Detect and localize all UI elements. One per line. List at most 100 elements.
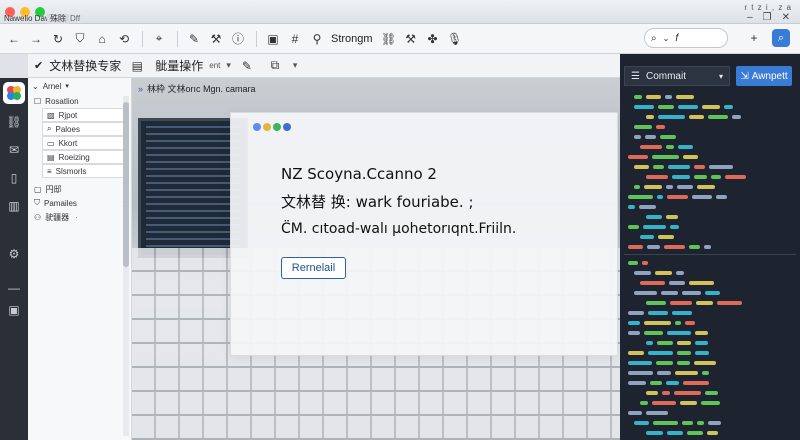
cursor-icon[interactable]: ⌖	[149, 29, 169, 49]
chevron-down-icon[interactable]: ▾	[293, 60, 298, 71]
code-line	[624, 388, 796, 397]
code-line	[624, 328, 796, 337]
code-token	[646, 410, 668, 415]
toolbar-label[interactable]: Strongm	[331, 33, 373, 45]
sidebar-item[interactable]: ▤ Roeizing	[42, 150, 127, 164]
code-line	[624, 192, 796, 201]
close-icon[interactable]: ✕	[782, 12, 790, 23]
frame-icon[interactable]: ▣	[263, 29, 283, 49]
sidebar-item[interactable]: ▢ 円邸	[28, 182, 131, 196]
sidebar-scrollbar[interactable]	[123, 96, 129, 436]
book-icon[interactable]: ▥	[4, 196, 24, 216]
link-icon[interactable]: ⛓	[379, 29, 399, 49]
microphone-icon[interactable]: 🎙	[445, 29, 465, 49]
refresh-icon[interactable]: ⟲	[114, 29, 134, 49]
batch-menu[interactable]: 骴量操作	[155, 57, 203, 74]
search-input[interactable]: f	[675, 33, 678, 44]
tab-1[interactable]: Nawelio Dave	[4, 14, 53, 24]
pencil-icon[interactable]: ✎	[237, 56, 257, 76]
copy-icon[interactable]: ⧉	[265, 56, 285, 76]
code-token	[650, 380, 662, 385]
sidebar-item[interactable]: ▭ Kkort	[42, 136, 127, 150]
code-token	[678, 144, 693, 149]
list-icon: ≡	[47, 166, 52, 176]
code-token	[702, 104, 720, 109]
sidebar-item[interactable]: ☐ Rosatlion	[28, 94, 131, 108]
command-select[interactable]: ☰ Commait ▾	[624, 66, 730, 86]
code-token	[682, 420, 693, 425]
left-rail: ⛓ ✉ ▯ ▥ ⚙ — ▣	[0, 78, 28, 440]
title-bar: Nawelio Dave 殊除 Dff r t z i , z a – ❐ ✕	[0, 0, 800, 24]
dot-icon	[283, 123, 291, 131]
code-token	[677, 340, 691, 345]
breadcrumb: » 林枠 文林orıc Mgn. camara	[138, 82, 256, 95]
tab-3[interactable]: Dff	[70, 14, 80, 24]
reload-icon[interactable]: ↻	[48, 29, 68, 49]
breadcrumb-text: 林枠 文林orıc Mgn. camara	[147, 84, 256, 94]
home-icon[interactable]: ⌂	[92, 29, 112, 49]
forward-icon[interactable]: →	[26, 29, 46, 49]
tools-icon[interactable]: ⚒	[206, 29, 226, 49]
tab-2-active[interactable]: 殊除	[47, 14, 69, 24]
right-panel-header: ☰ Commait ▾ ⇲ Awnpett	[620, 66, 800, 88]
hash-icon[interactable]: #	[285, 29, 305, 49]
checkmark-icon: ✔	[34, 60, 44, 72]
code-token	[677, 184, 693, 189]
code-token	[666, 144, 674, 149]
document-icon: ▭	[47, 138, 55, 148]
code-line	[624, 298, 796, 307]
mail-icon[interactable]: ✉	[4, 140, 24, 160]
code-token	[657, 370, 671, 375]
logo-mark	[7, 86, 21, 100]
code-token	[639, 204, 656, 209]
code-line	[624, 288, 796, 297]
code-token	[658, 114, 685, 119]
link-icon[interactable]: ⛓	[4, 112, 24, 132]
dialog-dots	[253, 123, 291, 131]
sub-header: ✔ 文林替换专家 ▤ 骴量操作 ent ▾ ✎ ⧉ ▾	[28, 54, 620, 78]
code-line	[624, 212, 796, 221]
dialog-button[interactable]: Rernelail	[281, 257, 346, 279]
code-token	[628, 410, 642, 415]
code-line	[624, 258, 796, 267]
code-token	[716, 194, 727, 199]
checkbox-icon[interactable]: ☐	[34, 97, 41, 106]
search-button[interactable]: ⌕	[772, 29, 790, 47]
chevron-down-icon[interactable]: ▾	[226, 60, 231, 71]
sidebar-item[interactable]: ⚇ 驶疆器 ·	[28, 210, 131, 224]
code-token	[646, 300, 666, 305]
hammer-icon[interactable]: ⚒	[401, 29, 421, 49]
code-line	[624, 132, 796, 141]
sidebar-item[interactable]: ⛉ Pamailes ›	[28, 196, 131, 210]
search-box[interactable]: ⌕ ⌄ f	[644, 28, 728, 48]
sidebar-item[interactable]: ▨ Rjpot	[42, 108, 127, 122]
app-logo-icon[interactable]	[3, 82, 25, 104]
sidebar-item[interactable]: ⌕ Paloes	[42, 122, 127, 136]
minimize-icon[interactable]: –	[747, 12, 753, 23]
sidebar-header[interactable]: ⌄ Arnel ▾	[28, 78, 131, 94]
share-icon[interactable]: ⇪	[796, 28, 800, 48]
info-icon[interactable]: ⓘ	[228, 29, 248, 49]
shield-icon[interactable]: ⛉	[70, 29, 90, 49]
sidebar-item[interactable]: ≡ Slsmorls	[42, 164, 127, 178]
pin-icon[interactable]: ⚲	[307, 29, 327, 49]
code-token	[645, 134, 656, 139]
code-token	[694, 360, 716, 365]
book-icon[interactable]: ▤	[127, 56, 147, 76]
restore-icon[interactable]: ❐	[763, 12, 772, 23]
bookmark-icon[interactable]: ▯	[4, 168, 24, 188]
back-icon[interactable]: ←	[4, 29, 24, 49]
edit-icon[interactable]: ✎	[184, 29, 204, 49]
shield-icon: ⛉	[34, 198, 40, 207]
briefcase-icon[interactable]: ▣	[4, 300, 24, 320]
scrollbar-thumb[interactable]	[123, 102, 129, 267]
chevron-down-icon: ▾	[65, 83, 69, 90]
run-button[interactable]: ⇲ Awnpett	[736, 66, 792, 86]
add-icon[interactable]: +	[744, 28, 764, 48]
puzzle-icon[interactable]: ✤	[423, 29, 443, 49]
code-token	[668, 164, 690, 169]
code-line	[624, 368, 796, 377]
settings-icon[interactable]: ⚙	[4, 244, 24, 264]
code-token	[676, 94, 694, 99]
dialog-line-2: 文林替 换: wark fouriabe. ;	[281, 193, 474, 211]
